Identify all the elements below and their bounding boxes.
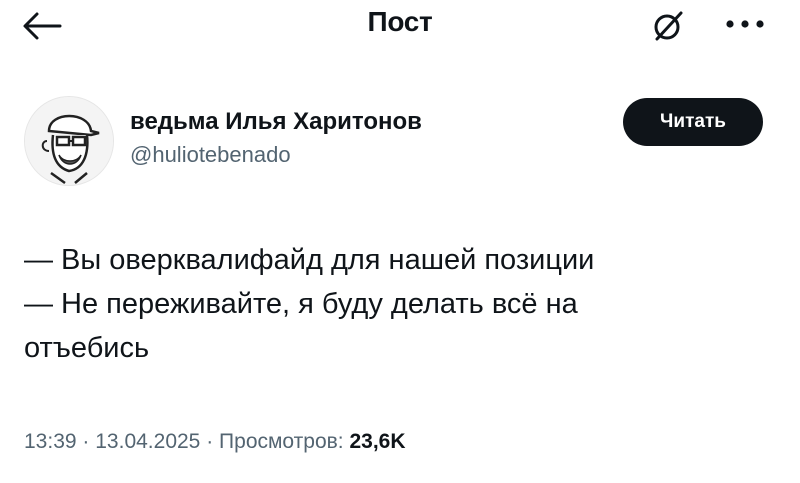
tweet-line: — Не переживайте, я буду делать всё на — [24, 288, 578, 320]
meta-separator: · — [82, 430, 90, 453]
avatar-drawing-icon — [25, 97, 113, 185]
meta-separator: · — [206, 430, 214, 453]
views-label: Просмотров: — [219, 430, 344, 453]
views-count[interactable]: 23,6K — [349, 430, 405, 453]
avatar[interactable] — [24, 96, 114, 186]
grok-button[interactable] — [648, 6, 688, 46]
tweet-time[interactable]: 13:39 — [24, 430, 77, 453]
tweet-date[interactable]: 13.04.2025 — [95, 430, 200, 453]
author-display-name[interactable]: ведьма Илья Харитонов — [130, 108, 422, 136]
tweet-text: — Вы оверквалифайд для нашей позиции — Н… — [24, 238, 764, 370]
grok-icon — [654, 11, 683, 41]
more-options-button[interactable] — [722, 12, 768, 36]
author-block: ведьма Илья Харитонов @huliotebenado Чит… — [24, 96, 776, 188]
author-handle[interactable]: @huliotebenado — [130, 142, 291, 168]
more-dots-icon — [726, 20, 764, 28]
tweet-line: — Вы оверквалифайд для нашей позиции — [24, 244, 595, 276]
follow-button[interactable]: Читать — [623, 98, 763, 146]
top-bar: Пост — [0, 0, 800, 56]
tweet-meta: 13:39 · 13.04.2025 · Просмотров: 23,6K — [24, 430, 406, 454]
tweet-line: отъебись — [24, 332, 150, 364]
